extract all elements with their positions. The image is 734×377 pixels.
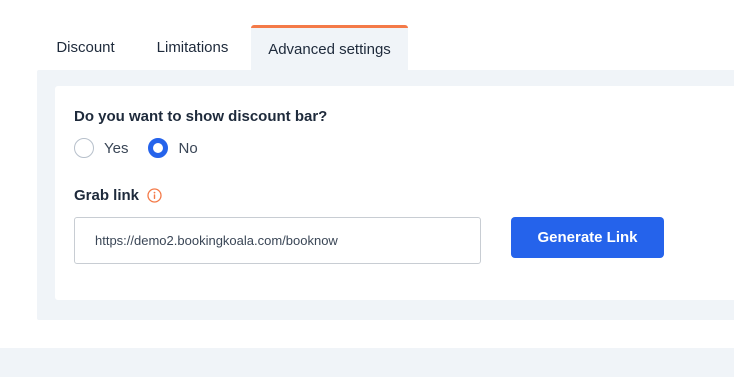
grab-link-label: Grab link bbox=[74, 187, 140, 204]
tab-limitations-label: Limitations bbox=[156, 39, 229, 56]
settings-card: Do you want to show discount bar? Yes No… bbox=[55, 86, 734, 300]
radio-no-label: No bbox=[178, 139, 198, 157]
settings-tabs: Discount Limitations Advanced settings bbox=[37, 25, 408, 70]
grab-link-heading: Grab link bbox=[74, 187, 162, 204]
radio-option-no[interactable]: No bbox=[148, 138, 198, 158]
radio-no[interactable] bbox=[148, 138, 169, 158]
tab-advanced-settings-label: Advanced settings bbox=[268, 40, 391, 58]
radio-option-yes[interactable]: Yes bbox=[74, 138, 128, 158]
generate-link-button[interactable]: Generate Link bbox=[511, 217, 664, 258]
info-circle-icon[interactable] bbox=[147, 188, 162, 203]
advanced-settings-panel: Do you want to show discount bar? Yes No… bbox=[37, 70, 734, 320]
discount-bar-question: Do you want to show discount bar? bbox=[74, 108, 328, 125]
grab-link-input[interactable] bbox=[74, 217, 481, 264]
discount-bar-radio-group: Yes No bbox=[74, 138, 198, 158]
radio-yes-label: Yes bbox=[104, 139, 129, 157]
radio-yes[interactable] bbox=[74, 138, 94, 158]
tab-advanced-settings[interactable]: Advanced settings bbox=[251, 25, 408, 70]
footer-strip bbox=[0, 348, 734, 377]
tab-discount[interactable]: Discount bbox=[37, 25, 134, 70]
tab-discount-label: Discount bbox=[56, 39, 115, 56]
tab-limitations[interactable]: Limitations bbox=[134, 25, 251, 70]
